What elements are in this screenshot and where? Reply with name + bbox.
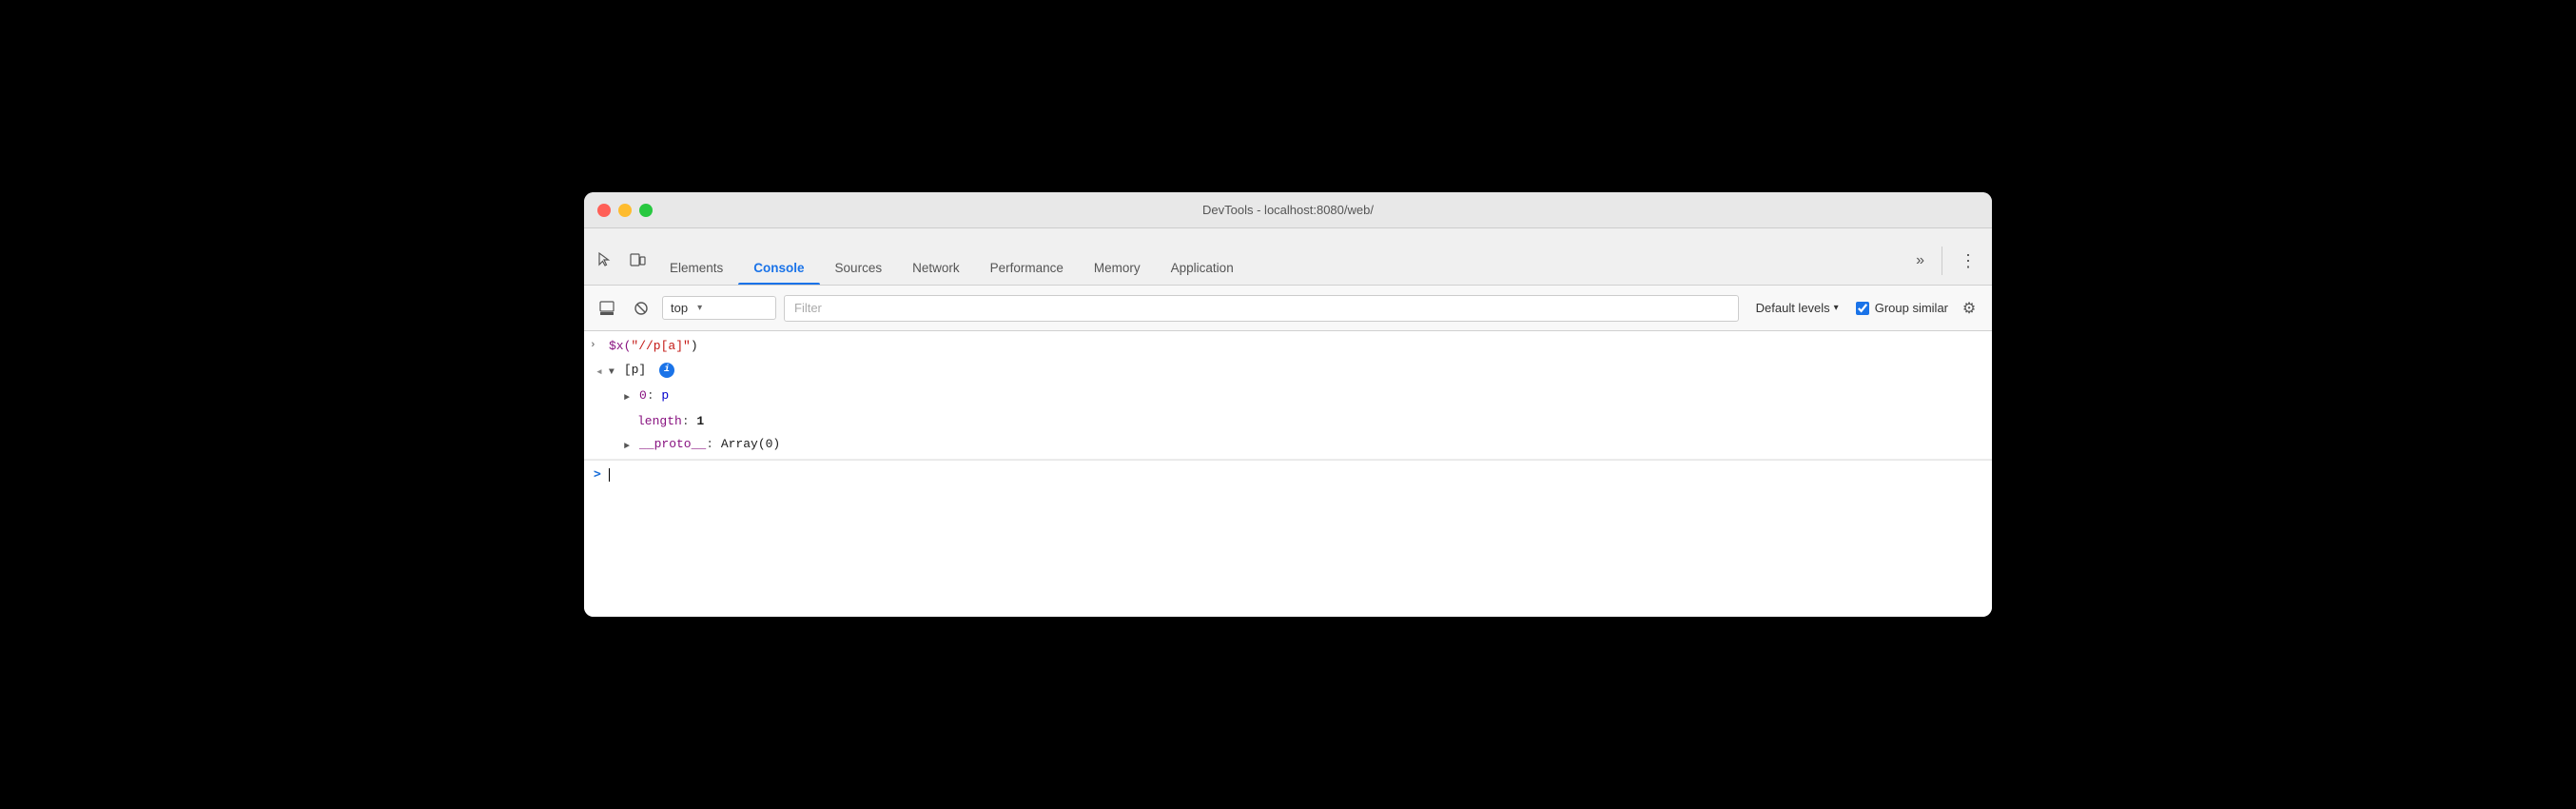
context-value: top — [671, 301, 688, 315]
result-item-proto: ► __proto__: Array(0) — [590, 433, 1992, 459]
result-label: [p] i — [624, 361, 1982, 380]
item-key-0: 0 — [639, 388, 647, 403]
group-similar-label[interactable]: Group similar — [1856, 301, 1948, 315]
window-title: DevTools - localhost:8080/web/ — [1202, 203, 1374, 217]
filter-input-wrap — [784, 295, 1739, 322]
back-arrow-icon: ◂ — [595, 363, 603, 382]
tab-network[interactable]: Network — [897, 228, 975, 285]
devtools-window: DevTools - localhost:8080/web/ Elements — [584, 192, 1992, 617]
code-method: $x( — [609, 339, 631, 353]
tabs-bar: Elements Console Sources Network Perform… — [584, 228, 1992, 286]
info-badge: i — [659, 363, 674, 378]
group-similar-checkbox[interactable] — [1856, 302, 1869, 315]
proto-key: __proto__ — [639, 437, 706, 451]
console-settings-button[interactable]: ⚙ — [1956, 295, 1982, 322]
device-toolbar-button[interactable] — [624, 247, 651, 273]
code-paren: ) — [691, 339, 698, 353]
more-tabs-button[interactable]: » — [1908, 248, 1932, 273]
log-levels-button[interactable]: Default levels ▾ — [1747, 297, 1848, 319]
show-console-drawer-button[interactable] — [594, 295, 620, 322]
tab-performance[interactable]: Performance — [975, 228, 1079, 285]
filter-input[interactable] — [784, 295, 1739, 322]
tab-sources[interactable]: Sources — [820, 228, 898, 285]
levels-label: Default levels — [1756, 301, 1830, 315]
code-arg: "//p[a]" — [631, 339, 690, 353]
result-header-line: ◂ ▼ [p] i — [590, 359, 1992, 385]
result-item-0-content: 0: p — [639, 386, 1982, 405]
result-proto-content: __proto__: Array(0) — [639, 435, 1982, 454]
drawer-icon — [599, 301, 615, 316]
result-property-length: length: 1 — [590, 410, 1992, 433]
group-similar-text: Group similar — [1875, 301, 1948, 315]
tab-elements[interactable]: Elements — [654, 228, 738, 285]
result-tree: ◂ ▼ [p] i ► 0: p length: 1 — [584, 359, 1992, 460]
console-prompt-line: > — [584, 460, 1992, 488]
block-icon — [634, 301, 649, 316]
devtools-menu-button[interactable]: ⋮ — [1952, 247, 1984, 275]
close-button[interactable] — [597, 204, 611, 217]
levels-arrow-icon: ▾ — [1834, 303, 1839, 313]
maximize-button[interactable] — [639, 204, 653, 217]
tabs-list: Elements Console Sources Network Perform… — [654, 228, 1908, 285]
context-selector[interactable]: top ▾ — [662, 296, 776, 320]
prompt-symbol: > — [594, 467, 601, 482]
console-output: › $x("//p[a]") ◂ ▼ [p] i ► 0: p — [584, 331, 1992, 617]
titlebar: DevTools - localhost:8080/web/ — [584, 192, 1992, 228]
tab-application[interactable]: Application — [1156, 228, 1249, 285]
inspect-element-button[interactable] — [592, 247, 618, 273]
proto-value: Array(0) — [721, 437, 780, 451]
tab-console[interactable]: Console — [738, 228, 819, 285]
expand-proto-icon[interactable]: ► — [624, 438, 635, 457]
context-arrow-icon: ▾ — [697, 303, 702, 313]
expand-array-icon[interactable]: ▼ — [609, 364, 620, 383]
minimize-button[interactable] — [618, 204, 632, 217]
prop-key-length: length — [637, 414, 682, 428]
console-input-content-1: $x("//p[a]") — [609, 337, 1982, 356]
cursor-icon — [596, 251, 614, 268]
prop-value-length: 1 — [696, 414, 704, 428]
item-value-0: p — [661, 388, 669, 403]
expand-item-0-icon[interactable]: ► — [624, 389, 635, 408]
tabs-right-icons: » ⋮ — [1908, 247, 1984, 285]
cursor — [609, 468, 610, 482]
console-toolbar: top ▾ Default levels ▾ Group similar ⚙ — [584, 286, 1992, 331]
device-icon — [629, 251, 646, 268]
clear-console-button[interactable] — [628, 295, 654, 322]
result-property-length-content: length: 1 — [637, 412, 1982, 431]
titlebar-buttons — [597, 204, 653, 217]
console-input-line-1: › $x("//p[a]") — [584, 335, 1992, 359]
array-label: [p] — [624, 363, 646, 377]
tab-memory[interactable]: Memory — [1079, 228, 1156, 285]
input-arrow-icon: › — [590, 340, 603, 351]
result-item-0: ► 0: p — [590, 385, 1992, 410]
tabs-left-icons — [592, 247, 651, 285]
